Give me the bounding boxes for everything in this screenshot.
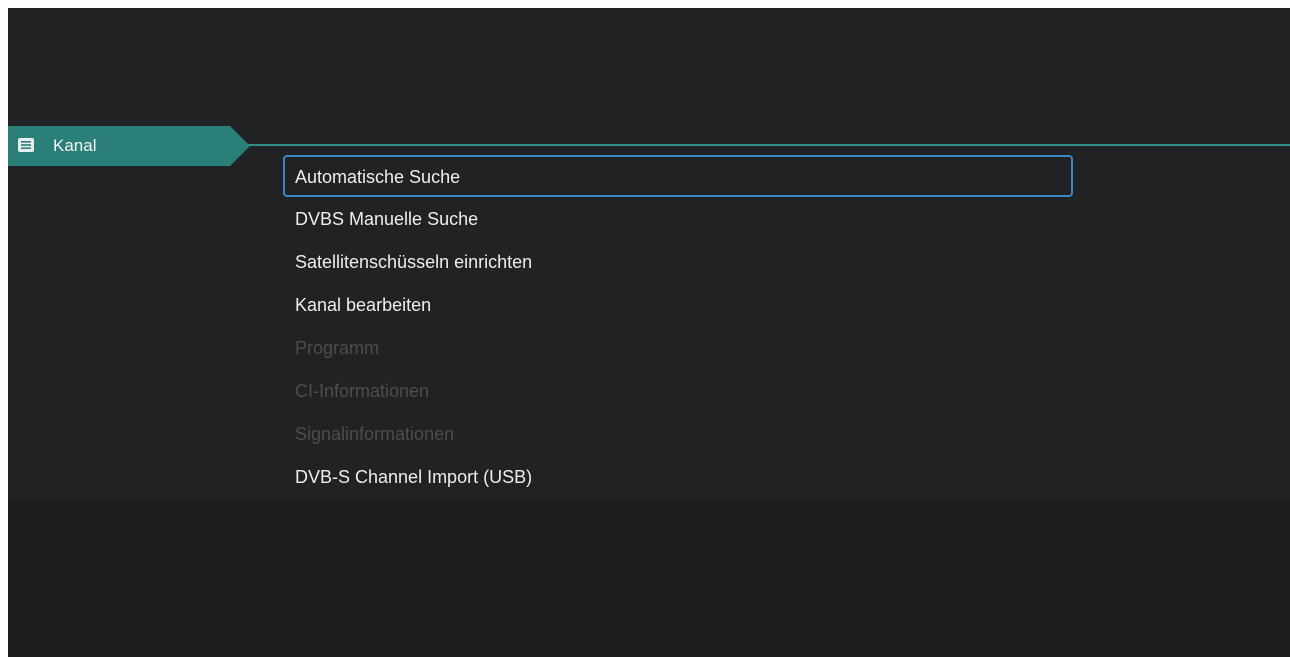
menu-item-automatic-search[interactable]: Automatische Suche	[283, 155, 1073, 197]
header-divider	[238, 144, 1290, 146]
menu-item-dvbs-manual-search[interactable]: DVBS Manuelle Suche	[283, 198, 1073, 241]
menu-item-dvbs-channel-import[interactable]: DVB-S Channel Import (USB)	[283, 456, 1073, 499]
menu-item-edit-channel[interactable]: Kanal bearbeiten	[283, 284, 1073, 327]
menu-item-signal-information: Signalinformationen	[295, 424, 455, 444]
bottom-area	[8, 501, 1290, 657]
category-label: Kanal	[53, 136, 97, 155]
list-icon	[18, 138, 34, 152]
tv-settings-screen: Kanal Automatische Suche DVBS Manuelle S…	[8, 8, 1290, 657]
channel-menu: Automatische Suche DVBS Manuelle Suche S…	[283, 155, 1073, 499]
category-tab-kanal[interactable]: Kanal	[8, 126, 250, 166]
menu-item-program: Programm	[295, 338, 380, 358]
menu-item-ci-information: CI-Informationen	[295, 381, 430, 401]
menu-item-satellite-dish-setup[interactable]: Satellitenschüsseln einrichten	[283, 241, 1073, 284]
